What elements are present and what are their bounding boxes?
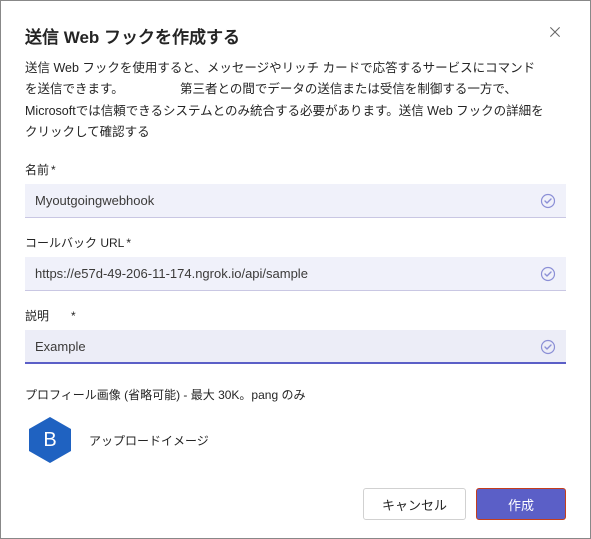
profile-image-label: プロフィール画像 (省略可能) - 最大 30K。pang のみ (25, 386, 566, 403)
close-icon[interactable] (544, 23, 566, 45)
cancel-button[interactable]: キャンセル (363, 488, 466, 520)
check-icon (540, 193, 556, 209)
field-callback-url: コールバック URL* (25, 234, 566, 291)
field-name: 名前* (25, 161, 566, 218)
name-input[interactable] (25, 184, 566, 218)
dialog-footer: キャンセル 作成 (363, 488, 566, 520)
callback-label: コールバック URL* (25, 234, 566, 251)
name-label: 名前* (25, 161, 566, 178)
dialog-description: 送信 Web フックを使用すると、メッセージやリッチ カードで応答するサービスに… (25, 58, 545, 143)
upload-image-link[interactable]: アップロードイメージ (89, 432, 209, 449)
check-icon (540, 266, 556, 282)
check-icon (540, 339, 556, 355)
profile-image-section: プロフィール画像 (省略可能) - 最大 30K。pang のみ B アップロー… (25, 386, 566, 465)
callback-url-input[interactable] (25, 257, 566, 291)
description-input[interactable] (25, 330, 566, 364)
field-description: 説明 * (25, 307, 566, 364)
avatar-letter: B (43, 429, 56, 452)
create-button[interactable]: 作成 (476, 488, 566, 520)
avatar[interactable]: B (25, 415, 75, 465)
description-label: 説明 * (25, 307, 566, 324)
dialog-title: 送信 Web フックを作成する (25, 23, 240, 48)
